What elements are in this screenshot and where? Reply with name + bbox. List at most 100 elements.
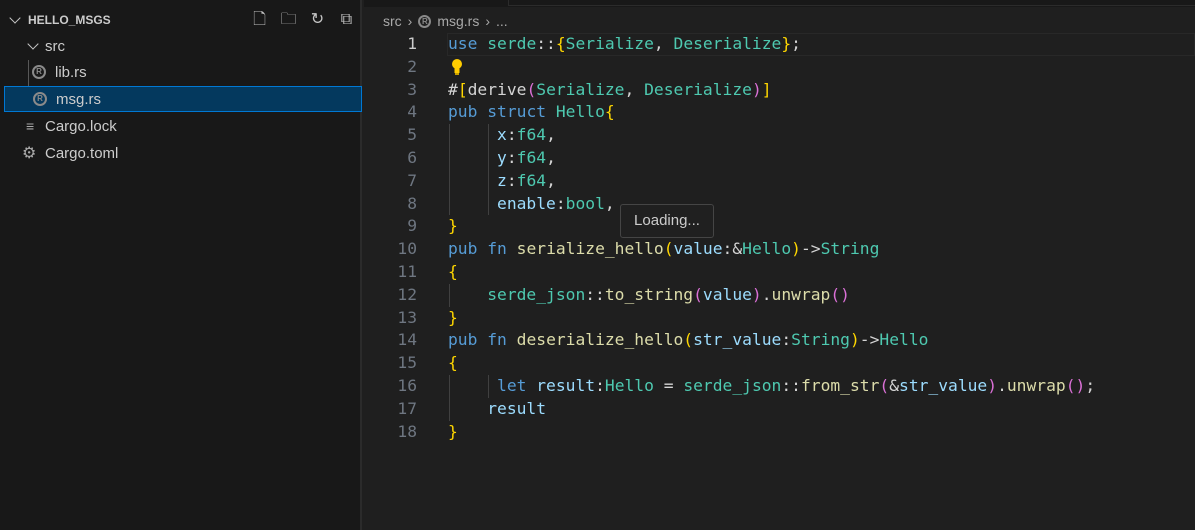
code-line[interactable]: 2: [364, 56, 1195, 79]
code-token: ,: [624, 79, 645, 99]
line-number: 14: [397, 330, 417, 350]
new-folder-icon[interactable]: 🗀: [279, 10, 298, 29]
line-text: }: [448, 215, 458, 238]
code-line[interactable]: 6 y:f64,: [364, 146, 1195, 170]
line-number: 18: [397, 421, 417, 441]
tree-item-label: Cargo.lock: [45, 117, 117, 135]
line-text: }: [448, 421, 458, 444]
breadcrumb-more[interactable]: ...: [496, 13, 508, 29]
new-file-icon[interactable]: 🗋: [250, 10, 269, 29]
code-line[interactable]: 5 x:f64,: [364, 124, 1195, 147]
code-token: pub: [448, 102, 478, 122]
lightbulb-icon[interactable]: [451, 58, 463, 76]
code-token: bool: [565, 193, 605, 213]
line-text: result: [448, 398, 546, 421]
code-line[interactable]: 13}: [364, 307, 1195, 330]
code-token: str_value: [693, 330, 782, 350]
code-line[interactable]: 17 result: [364, 397, 1195, 421]
code-token: ;: [1085, 375, 1096, 395]
line-number: 4: [407, 102, 417, 122]
line-text: pub fn serialize_hello(value:&Hello)->St…: [448, 238, 879, 261]
code-token: (): [830, 284, 850, 304]
breadcrumb-file[interactable]: msg.rs: [437, 13, 479, 29]
code-token: from_str: [800, 375, 880, 395]
code-line[interactable]: 14 pub fn deserialize_hello(str_value:Str…: [364, 329, 1195, 352]
line-text: {: [448, 261, 458, 284]
line-number: 8: [407, 193, 417, 213]
tree-item-label: src: [45, 37, 65, 55]
code-token: let: [497, 375, 527, 395]
tree-item-src[interactable]: src: [0, 33, 362, 59]
code-line[interactable]: 8 enable:bool,: [364, 192, 1195, 216]
line-number: 9: [407, 216, 417, 236]
code-token: ;: [791, 34, 801, 53]
code-line[interactable]: 9}: [364, 215, 1195, 238]
code-line[interactable]: 3 #[derive(Serialize, Deserialize)]: [364, 79, 1195, 102]
tree-item-msg-rs[interactable]: R msg.rs: [4, 86, 362, 112]
lines-file-icon: ≡: [26, 118, 35, 134]
code-token: f64: [516, 170, 547, 190]
refresh-icon[interactable]: ↻: [308, 10, 327, 29]
code-line[interactable]: 11 {: [364, 261, 1195, 284]
code-line[interactable]: 4 pub struct Hello{: [364, 101, 1195, 124]
tree-item-label: lib.rs: [55, 63, 87, 81]
collapse-all-icon[interactable]: ⧉: [337, 10, 356, 29]
line-text: }: [448, 307, 458, 330]
code-line[interactable]: 12 serde_json::to_string(value).unwrap(): [364, 283, 1195, 307]
code-token: {: [555, 34, 566, 53]
line-number: 3: [407, 79, 417, 99]
code-token: Hello: [879, 330, 929, 350]
project-title: HELLO_MSGS: [28, 13, 111, 27]
code-token: pub: [448, 330, 478, 350]
line-text: y:f64,: [448, 147, 556, 170]
code-line[interactable]: 18}: [364, 421, 1195, 444]
tree-item-lib-rs[interactable]: R lib.rs: [0, 59, 362, 85]
code-token: to_string: [604, 284, 694, 304]
code-line[interactable]: 1 use serde::{Serialize, Deserialize};: [364, 33, 1195, 56]
line-number: 15: [397, 353, 417, 373]
code-line[interactable]: 7 z:f64,: [364, 169, 1195, 193]
tree-item-cargo-lock[interactable]: ≡ Cargo.lock: [0, 113, 362, 139]
code-token: &: [889, 375, 900, 395]
code-token: derive: [467, 79, 527, 99]
code-token: value: [702, 284, 752, 304]
code-editor[interactable]: 1 use serde::{Serialize, Deserialize}; 2 3 #…: [364, 33, 1195, 443]
code-token: }: [448, 421, 458, 441]
code-line[interactable]: 16 let result:Hello = serde_json::from_s…: [364, 374, 1195, 398]
rust-file-icon: R: [418, 14, 432, 28]
code-token: Serialize: [565, 34, 654, 53]
chevron-down-icon: [9, 12, 21, 24]
line-text: serde_json::to_string(value).unwrap(): [448, 284, 850, 307]
code-token: ): [751, 79, 762, 99]
code-token: :: [781, 330, 792, 350]
code-token: result: [536, 375, 596, 395]
code-token: ,: [546, 147, 556, 167]
code-token: {: [448, 261, 458, 281]
breadcrumb-folder[interactable]: src: [383, 13, 402, 29]
line-text: pub fn deserialize_hello(str_value:Strin…: [448, 329, 928, 352]
code-token: z: [497, 170, 507, 190]
code-token: Deserialize: [644, 79, 752, 99]
code-line[interactable]: 10 pub fn serialize_hello(value:&Hello)->…: [364, 238, 1195, 261]
code-token: f64: [516, 125, 547, 145]
code-token: ,: [604, 193, 615, 213]
line-number: 12: [397, 284, 417, 304]
code-line[interactable]: 15 {: [364, 352, 1195, 375]
code-token: ->: [800, 239, 821, 259]
tree-item-label: msg.rs: [56, 90, 101, 108]
code-token: [: [457, 79, 468, 99]
tree-item-cargo-toml[interactable]: ⚙ Cargo.toml: [0, 140, 362, 166]
code-token: (: [663, 239, 674, 259]
code-token: serde: [487, 34, 537, 53]
tab-bar: [364, 0, 1195, 7]
